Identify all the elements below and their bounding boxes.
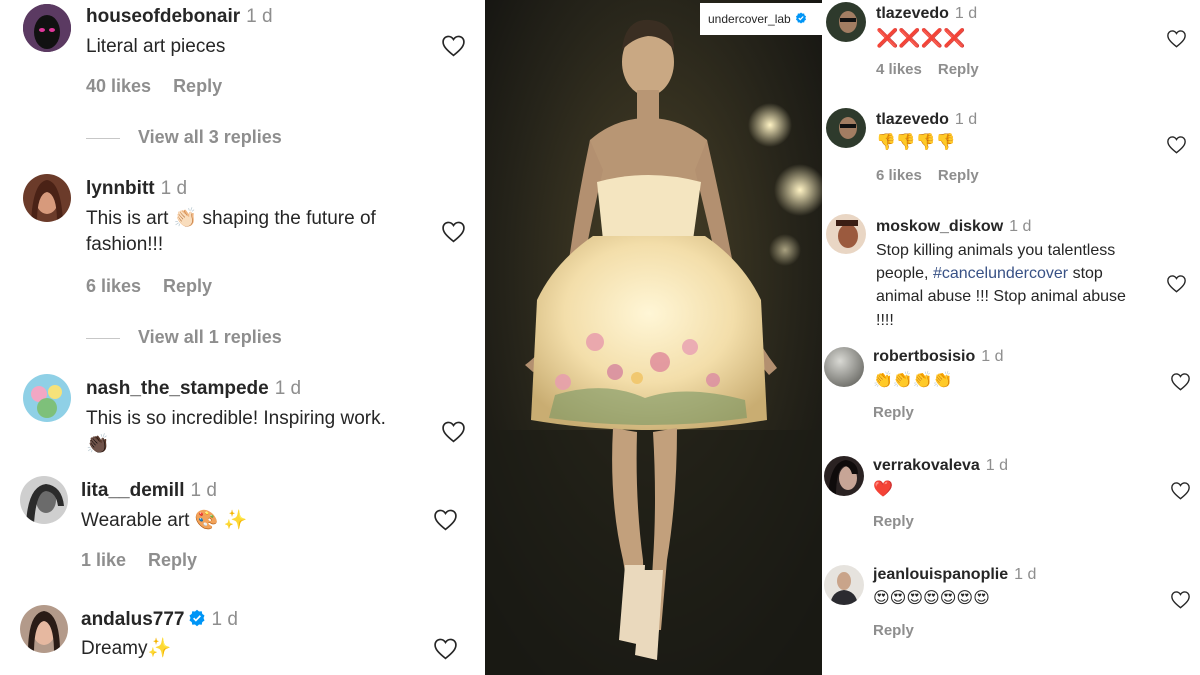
comment-meta: 6 likes Reply	[876, 167, 979, 184]
avatar[interactable]	[23, 174, 71, 222]
username[interactable]: verrakovaleva 1 d	[873, 457, 1008, 475]
likes-count[interactable]: 1 like	[81, 550, 126, 570]
comment-jeanlouispanoplie: jeanlouispanoplie 1 d 😍😍😍😍😍😍😍 Reply	[822, 561, 1200, 666]
comment-meta: 4 likes Reply	[876, 61, 979, 78]
view-replies-button[interactable]: View all 3 replies	[86, 127, 282, 148]
avatar[interactable]	[824, 565, 864, 605]
comment-text: Literal art pieces	[86, 36, 226, 57]
avatar[interactable]	[826, 214, 866, 254]
comment-nash-the-stampede: nash_the_stampede 1 d This is so incredib…	[0, 372, 485, 472]
comment-text: This is art 👏🏻 shaping the future of fas…	[86, 208, 376, 255]
username[interactable]: lynnbitt 1 d	[86, 178, 187, 200]
likes-count[interactable]: 4 likes	[876, 61, 922, 78]
heart-icon[interactable]	[441, 220, 466, 248]
runway-dress-image	[485, 0, 822, 675]
reply-button[interactable]: Reply	[873, 513, 914, 530]
heart-icon[interactable]	[1166, 274, 1187, 298]
comment-verrakovaleva: verrakovaleva 1 d ❤️ Reply	[822, 452, 1200, 557]
avatar[interactable]	[23, 374, 71, 422]
comment-meta: Reply	[873, 622, 914, 639]
heart-icon[interactable]	[433, 508, 458, 536]
comment-time: 1 d	[160, 178, 188, 199]
heart-icon[interactable]	[441, 420, 466, 448]
comment-time: 1 d	[981, 348, 1004, 365]
comment-time: 1 d	[1014, 566, 1037, 583]
comment-text: 😍😍😍😍😍😍😍	[873, 590, 990, 607]
runway-photo[interactable]: undercover_lab	[485, 0, 822, 675]
username[interactable]: nash_the_stampede 1 d	[86, 378, 301, 400]
comment-meta: Reply	[873, 404, 914, 421]
comment-time: 1 d	[985, 457, 1009, 474]
comment-text: Dreamy✨	[81, 638, 172, 659]
verified-badge-icon	[188, 609, 206, 633]
username[interactable]: jeanlouispanoplie 1 d	[873, 566, 1036, 584]
username[interactable]: houseofdebonair 1 d	[86, 6, 273, 28]
avatar[interactable]	[23, 4, 71, 52]
left-comments-panel: houseofdebonair 1 d Literal art pieces 40…	[0, 0, 485, 675]
likes-count[interactable]: 6 likes	[876, 167, 922, 184]
comment-lita-demill: lita__demill 1 d Wearable art 🎨 ✨ 1 like R…	[0, 474, 485, 594]
hashtag-link[interactable]: #cancelundercover	[933, 265, 1068, 282]
avatar[interactable]	[826, 108, 866, 148]
avatar[interactable]	[824, 456, 864, 496]
username[interactable]: lita__demill 1 d	[81, 480, 217, 502]
comment-time: 1 d	[274, 378, 302, 399]
verified-badge-icon	[795, 12, 807, 27]
reply-button[interactable]: Reply	[173, 76, 222, 96]
comment-time: 1 d	[954, 5, 978, 22]
comment-tlazevedo-2: tlazevedo 1 d 👎👎👎👎 6 likes Reply	[822, 106, 1200, 206]
view-replies-button[interactable]: View all 1 replies	[86, 327, 282, 348]
avatar[interactable]	[826, 2, 866, 42]
heart-icon[interactable]	[441, 34, 466, 62]
avatar[interactable]	[824, 347, 864, 387]
avatar[interactable]	[20, 476, 68, 524]
heart-icon[interactable]	[1170, 590, 1191, 614]
account-tag[interactable]: undercover_lab	[700, 3, 822, 35]
likes-count[interactable]: 40 likes	[86, 76, 151, 96]
avatar[interactable]	[20, 605, 68, 653]
comment-time: 1 d	[1009, 218, 1032, 235]
reply-button[interactable]: Reply	[148, 550, 197, 570]
comment-meta: 6 likes Reply	[86, 276, 212, 297]
heart-icon[interactable]	[1166, 29, 1187, 53]
reply-button[interactable]: Reply	[873, 622, 914, 639]
username[interactable]: moskow_diskow 1 d	[876, 218, 1031, 236]
comment-time: 1 d	[954, 111, 978, 128]
right-comments-panel: tlazevedo 1 d ❌❌❌❌ 4 likes Reply tlazevedo…	[822, 0, 1200, 675]
comment-meta: 1 like Reply	[81, 550, 197, 571]
likes-count[interactable]: 6 likes	[86, 276, 141, 296]
comment-text: 👏👏👏👏	[873, 372, 953, 389]
comment-text: This is so incredible! Inspiring work. 👏…	[86, 408, 386, 455]
username[interactable]: andalus777 1 d	[81, 609, 238, 633]
comment-text: Stop killing animals you talentless peop…	[876, 242, 1126, 329]
comment-time: 1 d	[211, 609, 238, 630]
replies-divider	[86, 137, 120, 139]
heart-icon[interactable]	[1166, 135, 1187, 159]
heart-icon[interactable]	[1170, 372, 1191, 396]
reply-button[interactable]: Reply	[873, 404, 914, 421]
comment-meta: Reply	[873, 513, 914, 530]
comment-time: 1 d	[190, 480, 217, 501]
heart-icon[interactable]	[1170, 481, 1191, 505]
comment-text: Wearable art 🎨 ✨	[81, 510, 248, 531]
username[interactable]: tlazevedo 1 d	[876, 111, 977, 129]
username[interactable]: tlazevedo 1 d	[876, 5, 977, 23]
comment-lynnbitt: lynnbitt 1 d This is art 👏🏻 shaping the f…	[0, 172, 485, 362]
reply-button[interactable]: Reply	[163, 276, 212, 296]
reply-button[interactable]: Reply	[938, 167, 979, 184]
comment-moskow-diskow: moskow_diskow 1 d Stop killing animals yo…	[822, 212, 1200, 337]
heart-icon[interactable]	[433, 637, 458, 665]
replies-divider	[86, 337, 120, 339]
reply-button[interactable]: Reply	[938, 61, 979, 78]
comment-text: ❤️	[873, 481, 893, 498]
username[interactable]: robertbosisio 1 d	[873, 348, 1003, 366]
comment-text: ❌❌❌❌	[876, 28, 966, 48]
comment-time: 1 d	[246, 6, 273, 27]
comment-andalus777: andalus777 1 d Dreamy✨	[0, 603, 485, 675]
comment-text: 👎👎👎👎	[876, 134, 956, 151]
comment-meta: 40 likes Reply	[86, 76, 222, 97]
comment-houseofdebonair: houseofdebonair 1 d Literal art pieces 40…	[0, 0, 485, 160]
comment-robertbosisio: robertbosisio 1 d 👏👏👏👏 Reply	[822, 343, 1200, 448]
comment-tlazevedo: tlazevedo 1 d ❌❌❌❌ 4 likes Reply	[822, 0, 1200, 100]
